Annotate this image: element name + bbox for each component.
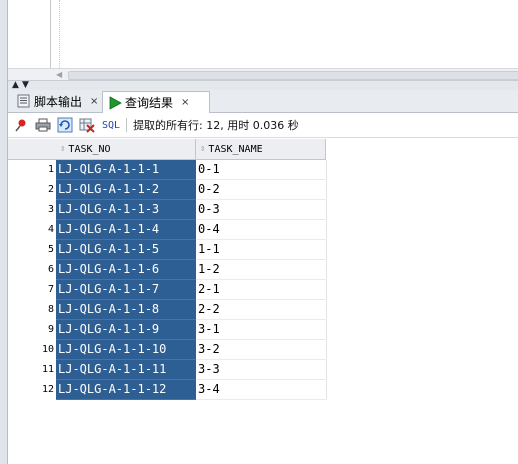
run-play-icon [108, 95, 122, 110]
row-number: 2 [47, 184, 54, 195]
sort-icon[interactable]: ⇳ [60, 144, 65, 154]
scrollbar-thumb[interactable] [68, 71, 518, 80]
cell-task-no[interactable]: LJ-QLG-A-1-1-12 [56, 380, 196, 400]
column-header-label: TASK_NO [68, 143, 111, 155]
toolbar-separator [126, 118, 128, 132]
tab-label: 脚本输出 [34, 94, 83, 109]
tab-query-result[interactable]: 查询结果 × [102, 91, 210, 113]
row-number: 5 [47, 244, 54, 255]
refresh-icon[interactable] [56, 116, 74, 134]
cell-task-no[interactable]: LJ-QLG-A-1-1-11 [56, 360, 196, 380]
scroll-left-icon[interactable]: ◀ [56, 69, 62, 80]
cell-task-name[interactable]: 0-3 [196, 200, 327, 220]
editor-margin-line [59, 0, 60, 68]
collapse-up-icon[interactable]: ▲ [12, 80, 19, 90]
column-header-label: TASK_NAME [208, 143, 263, 155]
print-icon[interactable] [34, 116, 52, 134]
row-number: 1 [47, 164, 54, 175]
cell-task-no[interactable]: LJ-QLG-A-1-1-7 [56, 280, 196, 300]
delete-grid-icon[interactable] [78, 116, 96, 134]
cell-task-name[interactable]: 3-4 [196, 380, 327, 400]
column-header-task-no[interactable]: ⇳ TASK_NO [56, 139, 196, 160]
result-grid: ⇳ TASK_NO ⇳ TASK_NAME 1 LJ-QLG-A-1-1-1 0… [8, 139, 518, 464]
tab-script-output[interactable]: 脚本输出 × [12, 91, 110, 111]
result-toolbar: SQL 提取的所有行: 12, 用时 0.036 秒 [8, 113, 518, 138]
sql-editor[interactable] [8, 0, 518, 68]
row-number: 12 [41, 384, 54, 395]
cell-task-name[interactable]: 3-2 [196, 340, 327, 360]
output-tabs: 脚本输出 × 查询结果 × [8, 90, 518, 113]
row-number: 10 [41, 344, 54, 355]
editor-gutter-line [50, 0, 51, 68]
cell-task-name[interactable]: 1-1 [196, 240, 327, 260]
window-left-border [0, 0, 8, 464]
row-number: 6 [47, 264, 54, 275]
cell-task-no[interactable]: LJ-QLG-A-1-1-9 [56, 320, 196, 340]
cell-task-name[interactable]: 2-2 [196, 300, 327, 320]
cell-task-no[interactable]: LJ-QLG-A-1-1-5 [56, 240, 196, 260]
expand-down-icon[interactable]: ▼ [22, 80, 29, 90]
row-number: 9 [47, 324, 54, 335]
cell-task-no[interactable]: LJ-QLG-A-1-1-2 [56, 180, 196, 200]
cell-task-name[interactable]: 3-3 [196, 360, 327, 380]
row-number: 3 [47, 204, 54, 215]
fetch-status-text: 提取的所有行: 12, 用时 0.036 秒 [133, 119, 299, 132]
tab-label: 查询结果 [125, 96, 174, 110]
cell-task-no[interactable]: LJ-QLG-A-1-1-3 [56, 200, 196, 220]
cell-task-no[interactable]: LJ-QLG-A-1-1-6 [56, 260, 196, 280]
close-icon[interactable]: × [181, 97, 189, 108]
cell-task-no[interactable]: LJ-QLG-A-1-1-8 [56, 300, 196, 320]
close-icon[interactable]: × [90, 96, 98, 107]
cell-task-name[interactable]: 1-2 [196, 260, 327, 280]
row-number: 8 [47, 304, 54, 315]
sql-button[interactable]: SQL [102, 120, 120, 131]
row-number-header [8, 139, 57, 160]
cell-task-no[interactable]: LJ-QLG-A-1-1-10 [56, 340, 196, 360]
row-number: 4 [47, 224, 54, 235]
row-number: 7 [47, 284, 54, 295]
cell-task-no[interactable]: LJ-QLG-A-1-1-1 [56, 160, 196, 180]
cell-task-name[interactable]: 2-1 [196, 280, 327, 300]
cell-task-name[interactable]: 0-2 [196, 180, 327, 200]
pin-icon[interactable] [12, 116, 30, 134]
row-number: 11 [41, 364, 54, 375]
cell-task-name[interactable]: 0-1 [196, 160, 327, 180]
editor-horizontal-scrollbar[interactable]: ◀ [8, 68, 518, 80]
cell-task-name[interactable]: 0-4 [196, 220, 327, 240]
column-header-task-name[interactable]: ⇳ TASK_NAME [196, 139, 326, 160]
cell-task-name[interactable]: 3-1 [196, 320, 327, 340]
sort-icon[interactable]: ⇳ [200, 144, 205, 154]
script-output-icon [17, 94, 31, 108]
cell-task-no[interactable]: LJ-QLG-A-1-1-4 [56, 220, 196, 240]
